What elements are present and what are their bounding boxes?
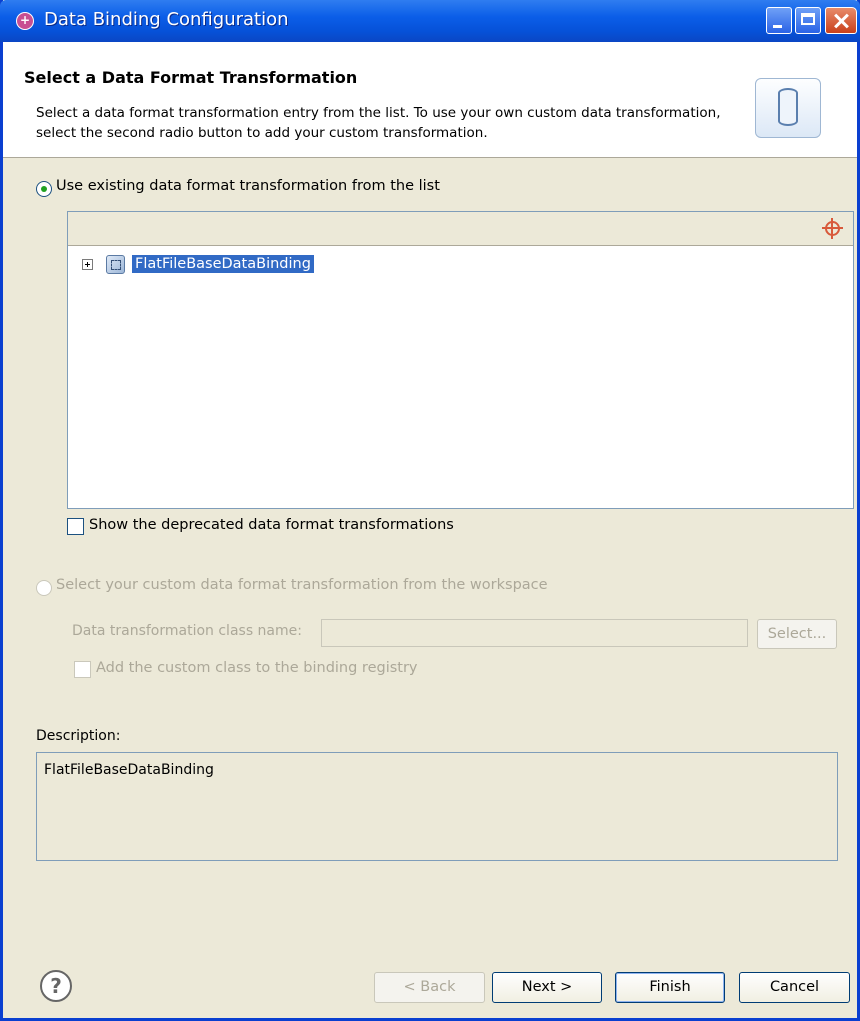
class-name-label: Data transformation class name: — [72, 623, 302, 639]
back-button[interactable]: < Back — [374, 972, 485, 1003]
tree-toolbar — [68, 212, 853, 246]
minimize-icon[interactable] — [766, 7, 792, 34]
cancel-button[interactable]: Cancel — [739, 972, 850, 1003]
add-to-registry-label[interactable]: Add the custom class to the binding regi… — [96, 660, 418, 676]
use-existing-label[interactable]: Use existing data format transformation … — [56, 178, 440, 194]
add-to-registry-checkbox[interactable] — [74, 661, 91, 678]
use-existing-radio[interactable] — [36, 181, 52, 197]
use-custom-radio[interactable] — [36, 580, 52, 596]
show-deprecated-checkbox[interactable] — [67, 518, 84, 535]
expand-plus-icon[interactable] — [82, 259, 93, 270]
binding-node-icon — [106, 255, 125, 274]
window-title: Data Binding Configuration — [44, 9, 289, 30]
show-deprecated-label[interactable]: Show the deprecated data format transfor… — [89, 517, 454, 533]
page-title: Select a Data Format Transformation — [24, 68, 358, 87]
title-bar[interactable]: + Data Binding Configuration — [0, 0, 860, 42]
select-button[interactable]: Select... — [757, 619, 837, 649]
description-label: Description: — [36, 728, 121, 744]
description-text: FlatFileBaseDataBinding — [44, 762, 214, 778]
app-icon: + — [16, 12, 34, 30]
finish-button[interactable]: Finish — [615, 972, 725, 1003]
dialog-window: + Data Binding Configuration Select a Da… — [0, 0, 860, 1021]
description-box: FlatFileBaseDataBinding — [36, 752, 838, 861]
maximize-icon[interactable] — [795, 7, 821, 34]
tree-item-label[interactable]: FlatFileBaseDataBinding — [132, 255, 314, 273]
next-button[interactable]: Next > — [492, 972, 602, 1003]
database-icon — [755, 78, 821, 138]
class-name-input[interactable] — [321, 619, 748, 647]
transformation-tree[interactable]: FlatFileBaseDataBinding — [67, 211, 854, 509]
close-icon[interactable] — [825, 7, 857, 34]
tree-toolbar-icon[interactable] — [822, 218, 843, 239]
wizard-header: Select a Data Format Transformation Sele… — [3, 42, 857, 158]
page-description: Select a data format transformation entr… — [36, 105, 721, 141]
use-custom-label[interactable]: Select your custom data format transform… — [56, 577, 548, 593]
help-icon[interactable]: ? — [40, 970, 72, 1002]
